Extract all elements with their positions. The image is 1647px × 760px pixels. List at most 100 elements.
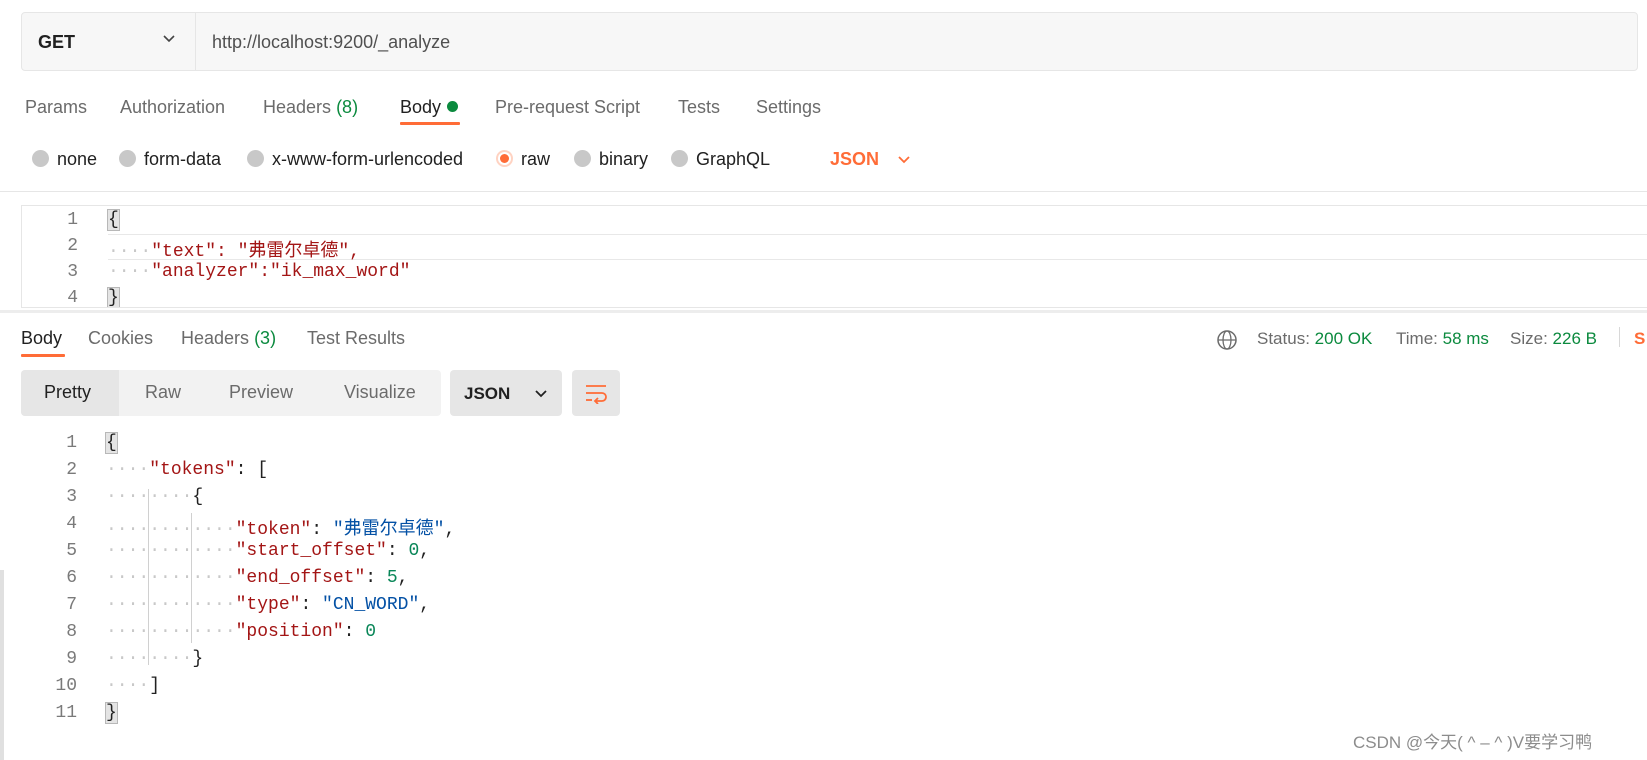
line-number: 10 <box>55 676 77 696</box>
active-tab-underline <box>400 122 460 125</box>
radio-graphql[interactable]: GraphQL <box>671 149 770 170</box>
radio-dot-icon <box>671 150 688 167</box>
tab-authorization[interactable]: Authorization <box>120 97 225 118</box>
view-visualize[interactable]: Visualize <box>344 382 416 403</box>
line-number: 9 <box>66 649 77 669</box>
json-string: "CN_WORD" <box>322 595 420 615</box>
radio-none[interactable]: none <box>32 149 97 170</box>
response-body-viewer[interactable]: 1 2 3 4 5 6 7 8 9 10 11 { ····"tokens": … <box>21 432 1321 733</box>
scrollbar[interactable] <box>0 570 4 760</box>
size-value: 226 B <box>1552 329 1597 348</box>
view-pretty[interactable]: Pretty <box>44 382 91 403</box>
line-number: 5 <box>66 541 77 561</box>
code-line: } <box>105 702 118 724</box>
view-raw[interactable]: Raw <box>145 382 181 403</box>
json-key: "end_offset" <box>235 568 366 588</box>
radio-binary[interactable]: binary <box>574 149 648 170</box>
chevron-down-icon <box>163 35 175 43</box>
response-view-switcher: Pretty Raw Preview Visualize <box>21 370 441 416</box>
divider <box>0 191 1647 192</box>
method-label: GET <box>38 32 76 52</box>
code-line: } <box>107 287 120 308</box>
json-string: "弗雷尔卓德" <box>332 520 445 540</box>
tab-prerequest-script[interactable]: Pre-request Script <box>495 97 640 118</box>
divider <box>1619 327 1620 347</box>
response-size: Size: 226 B <box>1510 329 1597 349</box>
response-time: Time: 58 ms <box>1396 329 1489 349</box>
line-number: 4 <box>67 288 78 308</box>
response-tab-headers[interactable]: Headers (3) <box>181 328 276 349</box>
response-tab-body[interactable]: Body <box>21 328 62 349</box>
code-line: ············"end_offset": 5, <box>106 568 409 588</box>
tab-params[interactable]: Params <box>25 97 87 118</box>
code-line: ············"position": 0 <box>106 622 377 642</box>
line-number: 1 <box>66 433 77 453</box>
radio-form-data[interactable]: form-data <box>119 149 221 170</box>
brace-token: { <box>107 209 120 231</box>
pane-resizer[interactable] <box>0 310 1647 313</box>
url-input[interactable]: http://localhost:9200/_analyze <box>212 32 450 53</box>
wrap-lines-button[interactable] <box>572 370 620 416</box>
status-value: 200 OK <box>1314 329 1373 348</box>
response-tab-test-results[interactable]: Test Results <box>307 328 405 349</box>
response-tab-cookies[interactable]: Cookies <box>88 328 153 349</box>
tab-body-label: Body <box>400 97 442 117</box>
json-number: 0 <box>408 541 420 561</box>
code-line: ····"tokens": [ <box>106 460 269 480</box>
radio-graphql-label: GraphQL <box>696 149 771 169</box>
status-label: Status: <box>1257 329 1310 348</box>
request-body-editor[interactable]: 1 2 3 4 { ····"text": "弗雷尔卓德", ····"anal… <box>21 205 1647 308</box>
radio-dot-icon <box>247 150 264 167</box>
response-headers-count: (3) <box>254 328 277 348</box>
radio-selected-icon <box>496 150 513 167</box>
radio-dot-icon <box>32 150 49 167</box>
code-text: "analyzer":"ik_max_word" <box>151 262 411 282</box>
line-number: 3 <box>66 487 77 507</box>
json-key: "tokens" <box>149 460 236 480</box>
radio-dot-icon <box>119 150 136 167</box>
globe-icon[interactable] <box>1216 329 1238 351</box>
tab-body[interactable]: Body <box>400 97 459 118</box>
code-line: { <box>107 209 120 231</box>
code-line: ········} <box>106 649 204 669</box>
json-key: "position" <box>235 622 344 642</box>
line-number: 4 <box>66 514 77 534</box>
save-response-button[interactable]: S <box>1634 329 1645 349</box>
json-key: "start_offset" <box>235 541 387 561</box>
radio-form-data-label: form-data <box>144 149 222 169</box>
tab-tests[interactable]: Tests <box>678 97 720 118</box>
radio-none-label: none <box>57 149 98 169</box>
line-number: 8 <box>66 622 77 642</box>
json-number: 0 <box>365 622 377 642</box>
body-language-select[interactable]: JSON <box>830 149 879 170</box>
tab-settings[interactable]: Settings <box>756 97 821 118</box>
chevron-down-icon[interactable] <box>897 153 911 167</box>
radio-raw[interactable]: raw <box>496 149 550 170</box>
brace-token: } <box>107 287 120 308</box>
method-select[interactable]: GET <box>22 13 196 70</box>
modified-dot-icon <box>447 101 459 112</box>
json-key: "token" <box>235 520 312 540</box>
code-line: ····"analyzer":"ik_max_word" <box>108 262 411 282</box>
radio-urlencoded-label: x-www-form-urlencoded <box>272 149 464 169</box>
line-number: 6 <box>66 568 77 588</box>
response-tab-headers-label: Headers <box>181 328 250 348</box>
response-format-select[interactable]: JSON <box>450 370 562 416</box>
time-value: 58 ms <box>1442 329 1489 348</box>
tab-headers[interactable]: Headers (8) <box>263 97 358 118</box>
view-preview[interactable]: Preview <box>229 382 293 403</box>
active-response-tab-underline <box>21 354 65 357</box>
code-line: ············"type": "CN_WORD", <box>106 595 431 615</box>
code-text: "text": "弗雷尔卓德", <box>151 242 361 262</box>
response-status: Status: 200 OK <box>1257 329 1372 349</box>
radio-binary-label: binary <box>599 149 649 169</box>
json-key: "type" <box>235 595 301 615</box>
tab-headers-label: Headers <box>263 97 332 117</box>
radio-urlencoded[interactable]: x-www-form-urlencoded <box>247 149 463 170</box>
wrap-lines-icon <box>586 385 607 404</box>
code-line: ············"token": "弗雷尔卓德", <box>106 520 456 540</box>
code-line: ····"text": "弗雷尔卓德", <box>108 242 361 262</box>
line-number: 1 <box>67 210 78 230</box>
code-line: ········{ <box>106 487 204 507</box>
size-label: Size: <box>1510 329 1548 348</box>
